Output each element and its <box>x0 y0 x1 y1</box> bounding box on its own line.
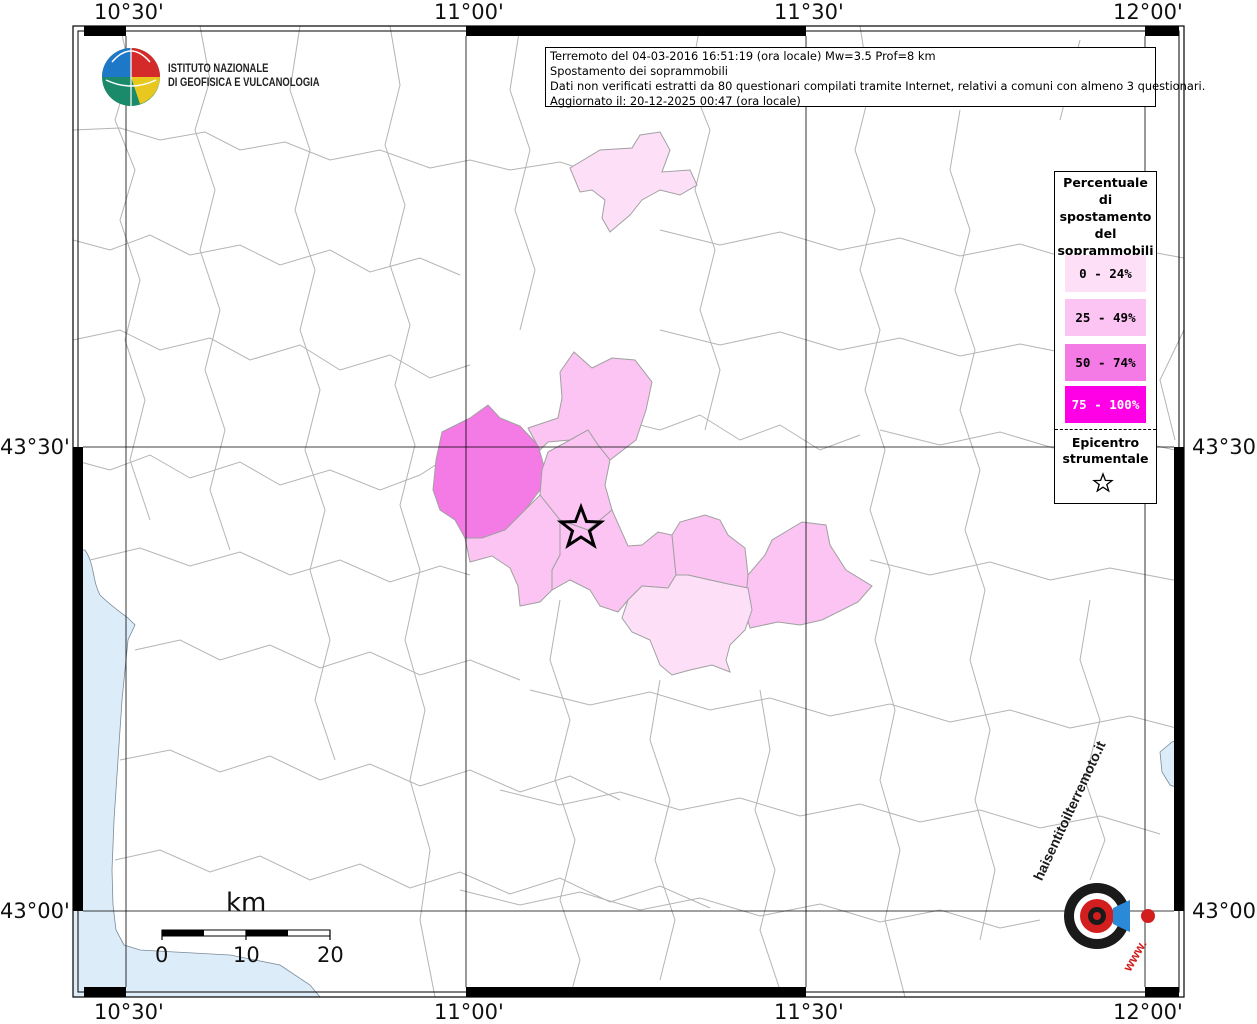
coord-bottom-2: 11°00' <box>434 1000 504 1024</box>
legend-title-line: del <box>1094 226 1117 241</box>
coord-left-2: 43°00' <box>0 899 70 923</box>
legend-title-line: Percentuale <box>1063 175 1148 190</box>
coord-bottom-3: 11°30' <box>774 1000 844 1024</box>
coord-top-4: 12°00' <box>1113 0 1183 24</box>
legend-separator <box>1055 429 1156 430</box>
ingv-globe-icon <box>102 48 160 106</box>
legend-star-icon <box>1092 472 1114 493</box>
event-info-box: Terremoto del 04-03-2016 16:51:19 (ora l… <box>545 47 1206 108</box>
event-updated: Aggiornato il: 20-12-2025 00:47 (ora loc… <box>550 94 801 108</box>
event-title: Terremoto del 04-03-2016 16:51:19 (ora l… <box>550 49 936 63</box>
coord-right-2: 43°00' <box>1192 899 1257 923</box>
legend-epicenter-line: strumentale <box>1062 451 1149 466</box>
coord-top-1: 10°30' <box>94 0 164 24</box>
coord-left-1: 43°30' <box>0 435 70 459</box>
scale-tick-20: 20 <box>317 943 344 967</box>
ingv-logo-text: ISTITUTO NAZIONALE DI GEOFISICA E VULCAN… <box>168 62 320 90</box>
legend-class-50-74: 50 - 74% <box>1065 344 1146 381</box>
scale-tick-10: 10 <box>233 943 260 967</box>
map-canvas[interactable] <box>0 0 1257 1024</box>
legend-title: Percentuale di spostamento del soprammob… <box>1055 174 1156 259</box>
legend-class-0-24: 0 - 24% <box>1065 255 1146 292</box>
coord-bottom-4: 12°00' <box>1113 1000 1183 1024</box>
coord-right-1: 43°30' <box>1192 435 1257 459</box>
ingv-line-1: ISTITUTO NAZIONALE <box>168 63 269 75</box>
coord-bottom-1: 10°30' <box>94 1000 164 1024</box>
coord-top-3: 11°30' <box>774 0 844 24</box>
legend-title-line: spostamento <box>1059 209 1152 224</box>
legend-epicenter-line: Epicentro <box>1071 435 1140 450</box>
legend-class-75-100: 75 - 100% <box>1065 386 1146 423</box>
legend-title-line: di <box>1098 192 1113 207</box>
event-data-note: Dati non verificati estratti da 80 quest… <box>550 79 1206 93</box>
scale-unit-label: km <box>226 888 267 918</box>
legend-panel: Percentuale di spostamento del soprammob… <box>1054 171 1157 504</box>
coord-top-2: 11°00' <box>434 0 504 24</box>
event-parameter: Spostamento dei soprammobili <box>550 64 728 78</box>
legend-epicenter-label: Epicentro strumentale <box>1055 435 1156 467</box>
scale-tick-0: 0 <box>155 943 169 967</box>
legend-class-25-49: 25 - 49% <box>1065 299 1146 336</box>
ingv-line-2: DI GEOFISICA E VULCANOLOGIA <box>168 77 320 89</box>
